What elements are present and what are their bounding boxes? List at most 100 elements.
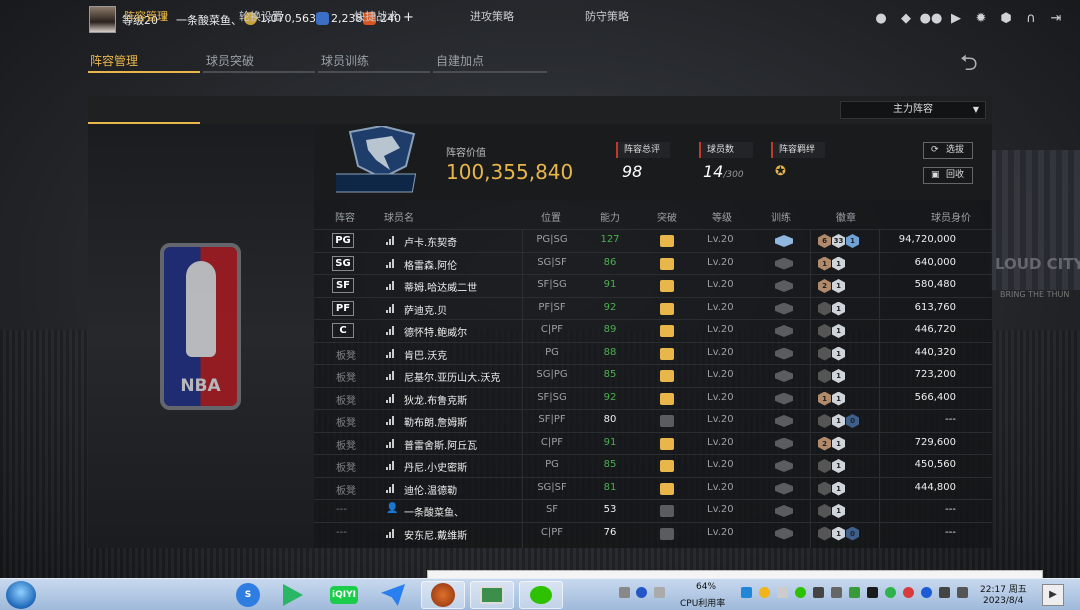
subtab-lineup[interactable]: 阵容管理 <box>124 8 168 24</box>
table-row[interactable]: PF 萨迪克.贝 PF|SF 92 Lv.20 1 613,760 <box>314 296 992 319</box>
nba2k-app-icon[interactable] <box>421 581 465 609</box>
lineup-select[interactable]: 主力阵容 ▼ <box>840 101 986 119</box>
table-row[interactable]: 板凳 勒布朗.詹姆斯 SF|PF 80 Lv.20 1 0 --- <box>314 409 992 431</box>
slot-label: 板凳 <box>336 485 356 497</box>
tray-usb-icon[interactable] <box>849 587 860 598</box>
table-row[interactable]: 板凳 迪伦.温德勒 SG|SF 81 Lv.20 1 444,800 <box>314 476 992 499</box>
bell-icon[interactable]: ◆ <box>898 10 914 26</box>
pick-button[interactable]: ⟳ 选拔 <box>923 142 973 159</box>
player-name: 德怀特.鲍威尔 <box>404 328 468 339</box>
badge-icon <box>818 481 831 496</box>
volume-icon[interactable] <box>939 587 950 598</box>
col-breakthrough: 突破 <box>657 213 677 224</box>
col-training: 训练 <box>771 213 791 224</box>
subtab-rotation[interactable]: 轮换设置 <box>239 8 283 24</box>
table-row[interactable]: C 德怀特.鲍威尔 C|PF 89 Lv.20 1 446,720 <box>314 319 992 341</box>
subtab-defense[interactable]: 防守策略 <box>585 8 629 24</box>
table-row[interactable]: SF 蒂姆.哈达威二世 SF|SG 91 Lv.20 2 1 580,480 <box>314 274 992 296</box>
avatar[interactable] <box>89 6 116 33</box>
cpu-percent: 64% <box>696 582 717 592</box>
player-rating: 92 <box>603 301 617 313</box>
col-position: 位置 <box>541 213 561 224</box>
subtab-offense[interactable]: 进攻策略 <box>470 8 514 24</box>
table-row[interactable]: 板凳 肯巴.沃克 PG 88 Lv.20 1 440,320 <box>314 341 992 364</box>
player-value: 613,760 <box>914 301 956 313</box>
gear-icon[interactable]: ✹ <box>973 10 989 26</box>
tab-custom-points[interactable]: 自建加点 <box>436 52 484 69</box>
player-count-label: 球员数 <box>699 142 753 158</box>
table-row[interactable]: 板凳 丹尼.小史密斯 PG 85 Lv.20 1 450,560 <box>314 454 992 476</box>
tray-phone-icon[interactable] <box>813 587 824 598</box>
slot-label: 板凳 <box>336 440 356 452</box>
feishu-app-icon[interactable] <box>371 581 415 609</box>
sogou-app-icon[interactable]: S <box>226 581 270 609</box>
player-rating: 88 <box>603 346 617 358</box>
training-icon <box>775 527 793 540</box>
table-row[interactable]: 板凳 尼基尔.亚历山大.沃克 SG|PG 85 Lv.20 1 723,200 <box>314 364 992 386</box>
tray-c-icon[interactable] <box>759 587 770 598</box>
monitor-app-icon[interactable] <box>470 581 514 609</box>
tray-brush-icon[interactable] <box>777 587 788 598</box>
subtab-tactics[interactable]: 快捷战术 <box>354 8 398 24</box>
back-arrow-icon[interactable]: ⮌ <box>960 46 978 84</box>
bond-icon[interactable]: ✪ <box>775 164 786 179</box>
table-row[interactable]: --- 安东尼.戴维斯 C|PF 76 Lv.20 1 0 --- <box>314 521 992 544</box>
tray-arrow-icon[interactable] <box>654 587 665 598</box>
exit-icon[interactable]: ⇥ <box>1048 10 1064 26</box>
tab-player-training[interactable]: 球员训练 <box>321 52 369 69</box>
battery-icon[interactable] <box>957 587 968 598</box>
keyboard-icon[interactable] <box>619 587 630 598</box>
shield-icon[interactable]: ⬢ <box>998 10 1014 26</box>
total-rating-label: 阵容总评 <box>616 142 670 158</box>
training-icon <box>775 437 793 450</box>
tab-lineup-management[interactable]: 阵容管理 <box>90 52 138 69</box>
add-currency-button[interactable]: + <box>403 10 414 25</box>
tray-app-icon[interactable] <box>831 587 842 598</box>
network-icon[interactable] <box>867 587 878 598</box>
table-row[interactable]: 板凳 狄龙.布鲁克斯 SF|SG 92 Lv.20 1 1 566,400 <box>314 386 992 409</box>
breakthrough-crown-icon <box>660 437 674 450</box>
bluetooth-icon[interactable] <box>921 587 932 598</box>
tray-security-icon[interactable] <box>885 587 896 598</box>
tray-gamecenter-icon[interactable] <box>903 587 914 598</box>
tray-w-icon[interactable] <box>741 587 752 598</box>
player-rating: 127 <box>600 234 620 245</box>
video-icon[interactable]: ▶ <box>948 10 964 26</box>
tray-wechat-icon[interactable] <box>795 587 806 598</box>
wechat-app-icon[interactable] <box>519 581 563 609</box>
badge-icon: 1 <box>832 481 845 496</box>
badge-icon: 1 <box>832 459 845 473</box>
training-icon <box>775 325 793 337</box>
show-desktop-icon[interactable]: ▶ <box>1042 584 1064 606</box>
recycle-button[interactable]: ▣ 回收 <box>923 167 973 184</box>
badge-icon: 6 <box>818 234 831 248</box>
player-name: 肯巴.沃克 <box>404 350 448 362</box>
start-button[interactable] <box>6 581 36 609</box>
training-icon <box>775 370 793 382</box>
breakthrough-crown-icon <box>660 347 674 360</box>
slot-label: 板凳 <box>336 418 356 429</box>
breakthrough-crown-icon <box>660 257 674 270</box>
friends-icon[interactable]: ●● <box>920 10 943 26</box>
table-row[interactable]: --- 👤 一条酸菜鱼、 SF 53 Lv.20 1 --- <box>314 499 992 521</box>
help-icon[interactable] <box>636 587 647 598</box>
player-app-icon[interactable] <box>271 581 315 609</box>
badge-group: 1 <box>818 504 845 518</box>
table-row[interactable]: SG 格雷森.阿伦 SG|SF 86 Lv.20 1 1 640,000 <box>314 251 992 274</box>
headset-icon[interactable]: ∩ <box>1023 10 1039 26</box>
col-level: 等级 <box>712 213 732 224</box>
player-level: Lv.20 <box>707 526 734 538</box>
table-row[interactable]: PG 卢卡.东契奇 PG|SG 127 Lv.20 6 33 1 94,720,000 <box>314 229 992 251</box>
iqiyi-app-icon[interactable]: iQIYI <box>322 581 366 609</box>
badge-icon: 1 <box>832 301 845 316</box>
player-position: SF|PF <box>538 414 566 425</box>
player-rating: 89 <box>603 324 617 335</box>
profile-icon[interactable]: ● <box>873 10 889 26</box>
breakthrough-crown-icon <box>660 370 674 382</box>
player-rating: 53 <box>603 504 617 515</box>
tab-player-breakthrough[interactable]: 球员突破 <box>206 52 254 69</box>
player-value: 440,320 <box>914 346 956 358</box>
table-row[interactable]: 板凳 普雷舍斯.阿丘瓦 C|PF 91 Lv.20 2 1 729,600 <box>314 431 992 454</box>
slot-label: --- <box>336 504 347 515</box>
player-position: PF|SF <box>538 301 566 313</box>
